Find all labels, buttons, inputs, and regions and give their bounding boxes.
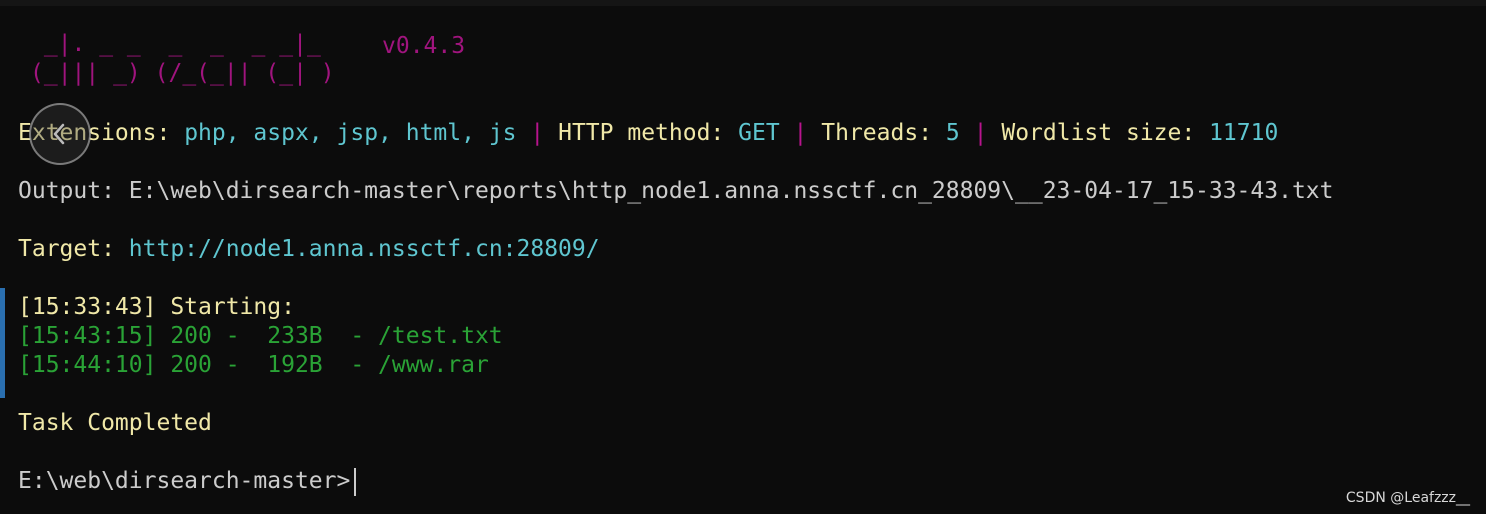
- back-button[interactable]: [29, 103, 91, 165]
- logo-line-1: _|. _ _ _ _ _ _|_: [30, 31, 321, 57]
- target-line: Target: http://node1.anna.nssctf.cn:2880…: [18, 235, 600, 264]
- wordlist-value: 11710: [1209, 120, 1279, 146]
- target-url: http://node1.anna.nssctf.cn:28809/: [128, 236, 600, 262]
- result-line: [15:43:15] 200 - 233B - /test.txt: [18, 323, 503, 349]
- top-strip: [0, 0, 1486, 6]
- starting-line: [15:33:43] Starting:: [18, 294, 295, 320]
- task-completed-line: Task Completed: [18, 410, 212, 436]
- prompt-text: E:\web\dirsearch-master>: [18, 468, 351, 494]
- separator: |: [530, 120, 545, 146]
- method-label: HTTP method:: [558, 120, 725, 146]
- watermark: CSDN @Leafzzz__: [1345, 490, 1470, 506]
- method-value: GET: [738, 120, 780, 146]
- logo-line-2: (_||| _) (/_(_|| (_| ): [30, 60, 335, 86]
- output-line: Output: E:\web\dirsearch-master\reports\…: [18, 178, 1334, 204]
- wordlist-label: Wordlist size:: [1001, 120, 1196, 146]
- prompt-line[interactable]: E:\web\dirsearch-master>: [18, 467, 357, 496]
- threads-value: 5: [945, 120, 960, 146]
- target-label: Target:: [18, 236, 115, 262]
- chevron-left-icon: [53, 123, 65, 145]
- version-label: v0.4.3: [382, 33, 466, 59]
- threads-label: Threads:: [821, 120, 933, 146]
- separator: |: [973, 120, 988, 146]
- left-edge-strip: [0, 288, 5, 398]
- separator: |: [793, 120, 808, 146]
- config-line: Extensions: php, aspx, jsp, html, js | H…: [18, 119, 1278, 148]
- result-line: [15:44:10] 200 - 192B - /www.rar: [18, 352, 489, 378]
- terminal-window[interactable]: _|. _ _ _ _ _ _|_ (_||| _) (/_(_|| (_| )…: [0, 0, 1486, 514]
- text-cursor: [354, 467, 357, 496]
- extensions-value: php, aspx, jsp, html, js: [184, 120, 517, 146]
